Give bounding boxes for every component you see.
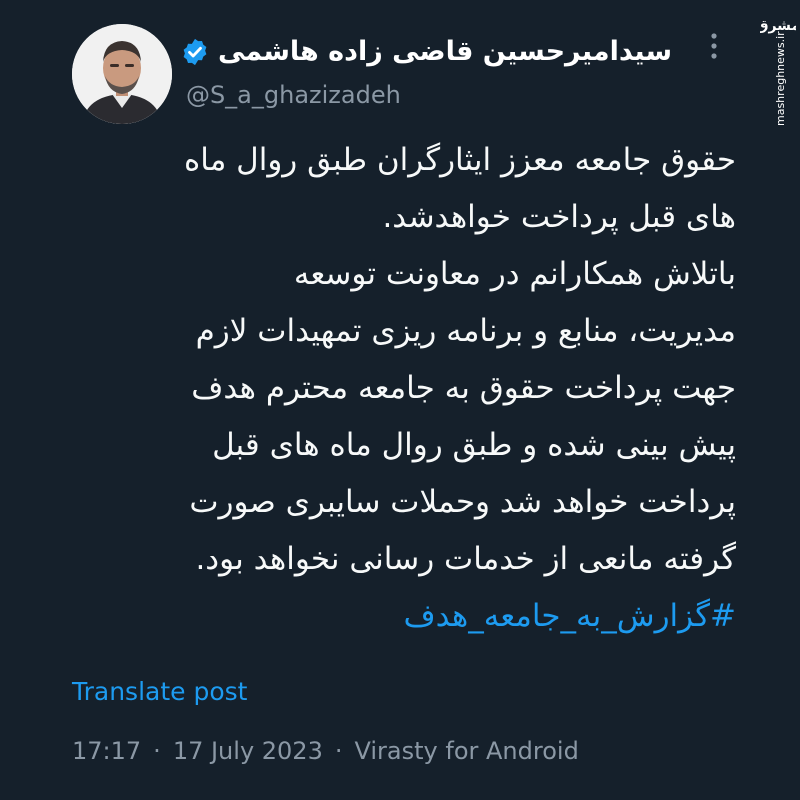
meta-separator: · (334, 737, 343, 765)
avatar-portrait (72, 24, 172, 124)
author-names: سیدامیرحسین قاضی زاده هاشمی @S_a_ghaziza… (180, 36, 672, 109)
post-meta: 17:17 · 17 July 2023 · Virasty for Android (72, 737, 579, 765)
author-handle[interactable]: @S_a_ghazizadeh (180, 81, 672, 109)
post-date[interactable]: 17 July 2023 (173, 737, 323, 765)
translate-post-link[interactable]: Translate post (72, 677, 247, 706)
post-header: سیدامیرحسین قاضی زاده هاشمی @S_a_ghaziza… (72, 24, 732, 124)
author-display-name-row[interactable]: سیدامیرحسین قاضی زاده هاشمی (180, 36, 672, 67)
more-options-icon[interactable] (704, 30, 724, 64)
verified-badge-icon (180, 37, 210, 67)
post-body: حقوق جامعه معزز ایثارگران طبق روال ماه ه… (60, 132, 736, 645)
post-hashtag[interactable]: #گزارش_به_جامعه_هدف (60, 588, 736, 645)
watermark-site: mashreghnews.ir (774, 31, 787, 126)
avatar[interactable] (72, 24, 172, 124)
post-text: حقوق جامعه معزز ایثارگران طبق روال ماه ه… (184, 142, 736, 577)
meta-separator: · (153, 737, 161, 765)
author-display-name[interactable]: سیدامیرحسین قاضی زاده هاشمی (218, 36, 672, 67)
mashregh-watermark: مشرق mashreghnews.ir (756, 8, 800, 128)
post-time: 17:17 (72, 737, 142, 765)
post-client: Virasty for Android (354, 737, 579, 765)
